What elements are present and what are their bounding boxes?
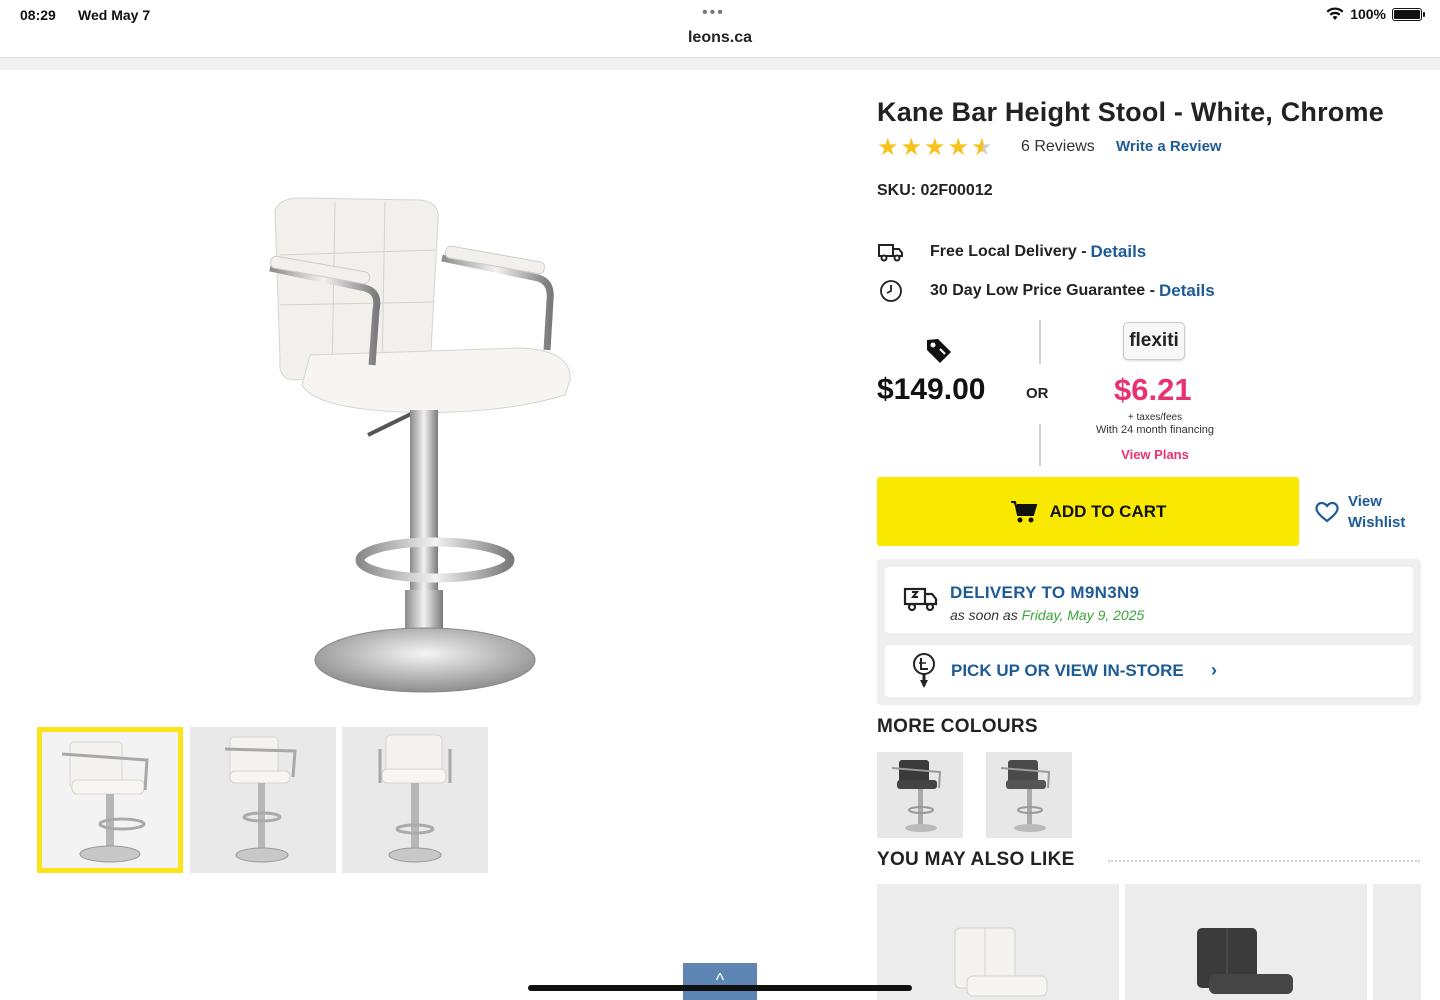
status-bar: 08:29 Wed May 7 ••• leons.ca 100% [0,0,1440,58]
wishlist-label-line1: View [1348,493,1382,510]
product-price: $149.00 [877,373,986,406]
pickup-option[interactable]: PICK UP OR VIEW IN-STORE › [885,645,1413,697]
view-wishlist-link[interactable]: View Wishlist [1314,491,1405,533]
financing-term-note: With 24 month financing [1095,424,1214,436]
guarantee-details-link[interactable]: Details [1159,281,1215,301]
star-icon: ★ [877,134,899,161]
price-or-label: OR [1026,385,1049,402]
home-indicator[interactable] [528,985,912,991]
scroll-to-top-button[interactable]: ^ [683,963,757,1000]
star-icon: ★ [924,134,946,161]
delivery-truck-icon [877,241,905,263]
clock-icon [877,280,905,302]
thumbnail-3[interactable] [342,727,488,873]
star-icon: ★ [900,134,923,161]
flexiti-logo: flexiti [1123,322,1185,360]
feature-free-delivery: Free Local Delivery - Details [877,241,1146,263]
status-indicators: 100% [1326,6,1425,22]
product-main-image[interactable] [220,180,620,700]
recommended-product-card[interactable] [1125,884,1367,1000]
product-sku: SKU: 02F00012 [877,182,993,199]
delivery-panel: DELIVERY TO M9N3N9 as soon as Friday, Ma… [877,559,1421,705]
delivery-date: Friday, May 9, 2025 [1021,607,1145,623]
price-tag-icon [924,336,954,369]
battery-percent: 100% [1350,6,1386,22]
financing-amount: $6.21 [1114,372,1192,407]
colour-option-grey[interactable] [986,752,1072,838]
feature-label: Free Local Delivery - [930,243,1087,260]
star-icon: ★ [947,134,970,161]
write-review-link[interactable]: Write a Review [1116,138,1222,155]
also-like-heading: YOU MAY ALSO LIKE [877,849,1075,870]
chevron-right-icon: › [1211,660,1217,680]
divider [1039,320,1041,364]
thumbnail-1[interactable] [37,727,183,873]
thumbnail-2[interactable] [190,727,336,873]
pickup-label: PICK UP OR VIEW IN-STORE [951,661,1184,680]
section-divider [1108,860,1420,862]
delivery-option[interactable]: DELIVERY TO M9N3N9 as soon as Friday, Ma… [885,567,1413,633]
product-title: Kane Bar Height Stool - White, Chrome [877,97,1384,127]
reviews-count-link[interactable]: 6 Reviews [1021,138,1095,156]
status-date: Wed May 7 [78,7,151,23]
half-star-icon: ★ [971,134,993,161]
wishlist-label-line2: Wishlist [1348,514,1406,531]
delivery-title: DELIVERY TO M9N3N9 [950,583,1140,602]
delivery-estimate: as soon as Friday, May 9, 2025 [950,607,1144,623]
feature-label: 30 Day Low Price Guarantee - [930,282,1155,299]
star-rating[interactable]: ★ ★ ★ ★ ★ [877,136,993,160]
address-bar-url[interactable]: leons.ca [0,29,1440,47]
add-to-cart-button[interactable]: ADD TO CART [877,477,1299,546]
more-colours-heading: MORE COLOURS [877,716,1038,737]
financing-taxes-note: + taxes/fees [1127,412,1183,423]
recommended-product-card[interactable] [1373,884,1421,1000]
cart-icon [1010,500,1037,522]
express-delivery-icon [903,585,939,618]
delivery-estimate-prefix: as soon as [950,607,1022,623]
recommended-product-card[interactable] [877,884,1119,1000]
status-time: 08:29 [20,7,56,23]
wifi-icon [1326,7,1344,20]
feature-price-guarantee: 30 Day Low Price Guarantee - Details [877,280,1215,302]
store-location-pin-icon [911,652,937,695]
battery-icon [1392,7,1425,21]
heart-icon [1315,501,1339,523]
add-to-cart-label: ADD TO CART [1049,501,1167,521]
view-plans-link[interactable]: View Plans [1000,447,1310,462]
delivery-details-link[interactable]: Details [1091,242,1147,262]
page-top-strip [0,58,1440,70]
multitasking-dots-icon[interactable]: ••• [702,4,725,22]
colour-option-black[interactable] [877,752,963,838]
wishlist-label: View Wishlist [1348,491,1405,533]
